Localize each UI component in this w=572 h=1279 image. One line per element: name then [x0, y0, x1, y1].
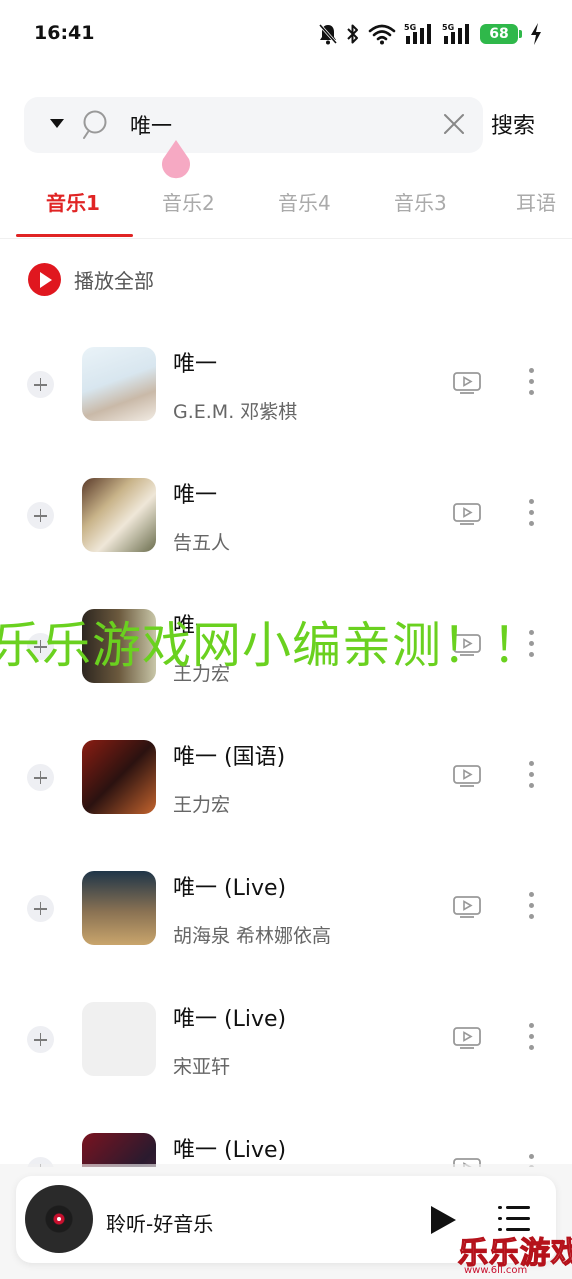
tab-whisper[interactable]: 耳语	[516, 187, 556, 216]
watermark-overlay: 乐乐游戏网小编亲测！！	[0, 617, 543, 674]
song-artist: 胡海泉 希林娜依高	[173, 925, 332, 947]
song-artist: 王力宏	[173, 794, 231, 816]
song-title: 唯一 (Live)	[173, 1007, 287, 1032]
more-options-icon[interactable]	[528, 1023, 534, 1053]
tab-music1[interactable]: 音乐1	[46, 187, 100, 216]
mv-video-icon[interactable]	[453, 896, 481, 918]
search-button[interactable]: 搜索	[491, 108, 535, 140]
album-cover	[82, 347, 156, 421]
mv-video-icon[interactable]	[453, 503, 481, 525]
svg-text:5G: 5G	[404, 23, 416, 32]
play-all-button[interactable]: 播放全部	[28, 262, 154, 296]
text-cursor-handle[interactable]	[159, 139, 193, 179]
song-row[interactable]: 唯一 (Live) 宋亚轩	[0, 977, 572, 1108]
tab-music4[interactable]: 音乐4	[278, 187, 331, 216]
search-input[interactable]	[130, 109, 430, 141]
album-cover	[82, 1133, 156, 1167]
bluetooth-icon	[347, 24, 358, 44]
song-artist: G.E.M. 邓紫棋	[173, 401, 298, 423]
search-icon	[83, 110, 107, 139]
more-options-icon[interactable]	[528, 761, 534, 791]
play-circle-icon	[28, 262, 61, 296]
battery-icon: 68	[480, 24, 522, 44]
player-title: 聆听-好音乐	[106, 1212, 214, 1236]
song-title: 唯一	[173, 483, 218, 508]
tab-music3[interactable]: 音乐3	[394, 187, 447, 216]
song-artist: 告五人	[173, 532, 231, 554]
album-cover	[82, 1002, 156, 1076]
add-to-playlist-button[interactable]	[27, 764, 54, 791]
more-options-icon[interactable]	[528, 368, 534, 398]
site-logo-url: www.6ll.com	[464, 1265, 528, 1276]
vinyl-disc-icon[interactable]	[25, 1185, 93, 1253]
play-icon[interactable]	[431, 1206, 456, 1234]
album-cover	[82, 478, 156, 552]
song-title: 唯一 (Live)	[173, 876, 287, 901]
signal-5g-icon: 5G	[404, 23, 431, 44]
tab-music2[interactable]: 音乐2	[162, 187, 215, 216]
add-to-playlist-button[interactable]	[27, 371, 54, 398]
svg-text:5G: 5G	[442, 23, 454, 32]
wifi-icon	[368, 24, 396, 45]
site-logo: 乐乐游戏 www.6ll.com	[456, 1228, 572, 1279]
status-icons: 5G 5G 68	[318, 20, 542, 48]
album-cover	[82, 740, 156, 814]
song-row[interactable]: 唯一 G.E.M. 邓紫棋	[0, 322, 572, 453]
more-options-icon[interactable]	[528, 499, 534, 529]
song-row[interactable]: 唯一 (国语) 王力宏	[0, 715, 572, 846]
clear-search-icon[interactable]	[442, 112, 466, 136]
search-scope-dropdown-icon[interactable]	[50, 119, 64, 128]
mv-video-icon[interactable]	[453, 1027, 481, 1049]
song-row[interactable]: 唯一 (Live)	[0, 1108, 572, 1167]
more-options-icon[interactable]	[528, 892, 534, 922]
search-box	[24, 97, 483, 153]
charging-bolt-icon	[531, 23, 541, 45]
tab-bar: 音乐1 音乐2 音乐4 音乐3 耳语	[0, 180, 572, 240]
active-tab-indicator	[16, 234, 133, 237]
album-cover	[82, 871, 156, 945]
signal-5g-icon-2: 5G	[442, 23, 469, 44]
status-time: 16:41	[34, 22, 95, 44]
mv-video-icon[interactable]	[453, 372, 481, 394]
song-list: 唯一 G.E.M. 邓紫棋 唯一 告五人 唯一 王力宏 唯一 (国语) 王力宏 …	[0, 322, 572, 1167]
tabs-divider	[0, 238, 572, 239]
song-row[interactable]: 唯一 告五人	[0, 453, 572, 584]
status-bar: 16:41 5G 5G 68	[0, 0, 572, 68]
song-title: 唯一 (Live)	[173, 1138, 287, 1163]
song-title: 唯一 (国语)	[173, 745, 286, 770]
add-to-playlist-button[interactable]	[27, 895, 54, 922]
song-row[interactable]: 唯一 (Live) 胡海泉 希林娜依高	[0, 846, 572, 977]
play-all-label: 播放全部	[74, 268, 154, 293]
mv-video-icon[interactable]	[453, 765, 481, 787]
bell-muted-icon	[318, 24, 338, 45]
song-artist: 宋亚轩	[173, 1056, 231, 1078]
add-to-playlist-button[interactable]	[27, 1026, 54, 1053]
song-title: 唯一	[173, 352, 218, 377]
battery-level: 68	[489, 26, 509, 42]
add-to-playlist-button[interactable]	[27, 502, 54, 529]
